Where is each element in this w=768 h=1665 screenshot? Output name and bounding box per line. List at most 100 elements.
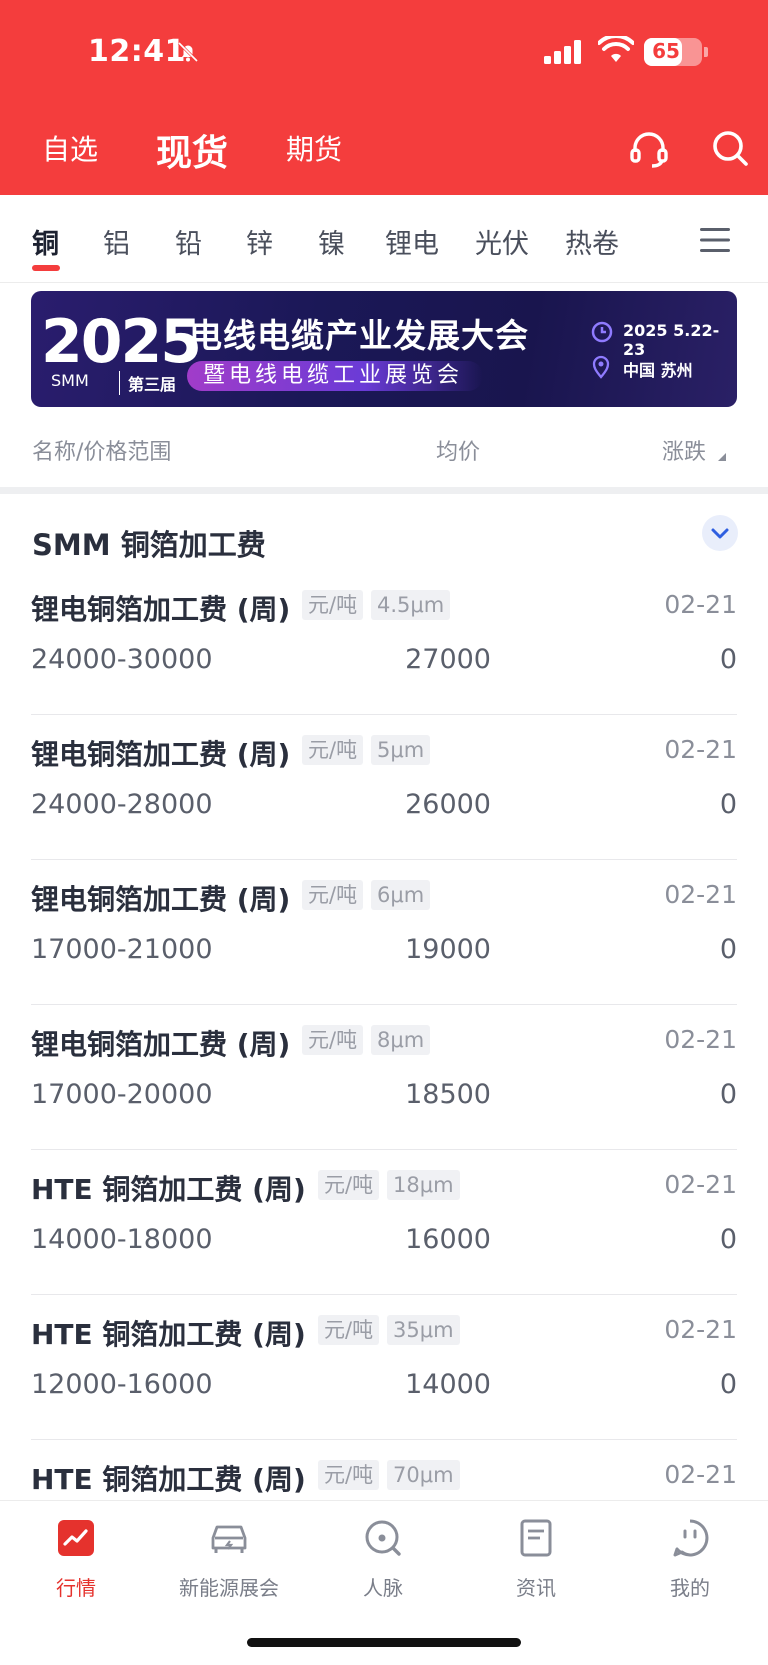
price-row[interactable]: 锂电铜箔加工费 (周) 元/吨 8μm 02-21 17000-20000 18500 0 <box>31 1005 737 1150</box>
price-row[interactable]: 锂电铜箔加工费 (周) 元/吨 4.5μm 02-21 24000-30000 27000… <box>31 570 737 715</box>
price-change: 0 <box>719 1369 737 1400</box>
section-divider <box>0 487 768 494</box>
category-pv[interactable]: 光伏 <box>475 222 529 261</box>
customer-service-icon[interactable] <box>628 128 670 170</box>
price-range: 24000-28000 <box>31 789 213 820</box>
price-row[interactable]: 锂电铜箔加工费 (周) 元/吨 5μm 02-21 24000-28000 26000 0 <box>31 715 737 860</box>
column-avg-header: 均价 <box>436 440 481 465</box>
nav-contacts-label: 人脉 <box>363 1576 403 1600</box>
category-nickel[interactable]: 镍 <box>318 222 345 261</box>
unit-tag: 元/吨 <box>318 1460 380 1490</box>
column-change-header[interactable]: 涨跌 <box>662 434 706 466</box>
bell-off-icon <box>177 41 199 63</box>
product-name: HTE 铜箔加工费 (周) <box>31 1173 306 1206</box>
category-lead[interactable]: 铅 <box>175 222 202 261</box>
banner-subtitle: 暨电线电缆工业展览会 <box>187 361 484 391</box>
nav-profile-label: 我的 <box>670 1576 710 1600</box>
nav-news[interactable]: 资讯 <box>476 1516 596 1601</box>
unit-tag: 元/吨 <box>302 1025 364 1055</box>
banner-year: 2025 <box>41 307 202 377</box>
banner-brand: SMM <box>51 371 89 390</box>
search-icon[interactable] <box>710 128 750 168</box>
category-copper[interactable]: 铜 <box>32 222 59 261</box>
banner-date: 2025 5.22-23 <box>623 321 720 359</box>
unit-tag: 元/吨 <box>302 880 364 910</box>
column-name-header: 名称/价格范围 <box>32 440 172 465</box>
location-pin-icon <box>592 355 610 379</box>
price-change: 0 <box>719 1224 737 1255</box>
nav-market[interactable]: 行情 <box>16 1516 136 1601</box>
price-range: 17000-20000 <box>31 1079 213 1110</box>
average-price: 26000 <box>405 789 491 820</box>
product-name: 锂电铜箔加工费 (周) <box>31 738 291 771</box>
price-range: 24000-30000 <box>31 644 213 675</box>
product-name: 锂电铜箔加工费 (周) <box>31 1028 291 1061</box>
product-name: 锂电铜箔加工费 (周) <box>31 593 291 626</box>
spec-tag: 8μm <box>371 1025 431 1055</box>
spec-tag: 5μm <box>371 735 431 765</box>
nav-ne-expo-label: 新能源展会 <box>179 1576 279 1600</box>
news-icon <box>520 1519 552 1557</box>
nav-market-label: 行情 <box>56 1576 96 1600</box>
spec-tag: 6μm <box>371 880 431 910</box>
active-category-indicator <box>32 265 60 271</box>
price-change: 0 <box>719 1079 737 1110</box>
product-name: 锂电铜箔加工费 (周) <box>31 883 291 916</box>
category-lithium[interactable]: 锂电 <box>385 222 439 261</box>
unit-tag: 元/吨 <box>302 735 364 765</box>
banner-edition: 第三届 <box>119 371 176 395</box>
nav-news-label: 资讯 <box>516 1576 556 1600</box>
price-range: 12000-16000 <box>31 1369 213 1400</box>
price-date: 02-21 <box>664 880 737 909</box>
cellular-signal-icon <box>544 40 581 64</box>
contacts-search-icon <box>365 1520 401 1556</box>
unit-tag: 元/吨 <box>302 590 364 620</box>
battery-tip <box>704 47 708 57</box>
menu-icon[interactable] <box>700 227 730 253</box>
average-price: 16000 <box>405 1224 491 1255</box>
product-name: HTE 铜箔加工费 (周) <box>31 1318 306 1351</box>
home-indicator <box>247 1638 521 1647</box>
nav-profile[interactable]: 我的 <box>630 1516 750 1601</box>
battery-icon: 65 <box>644 38 702 66</box>
unit-tag: 元/吨 <box>318 1315 380 1345</box>
chevron-down-icon[interactable] <box>702 515 738 551</box>
price-range: 17000-21000 <box>31 934 213 965</box>
unit-tag: 元/吨 <box>318 1170 380 1200</box>
tab-futures[interactable]: 期货 <box>286 128 342 168</box>
clock-icon <box>591 321 613 343</box>
event-banner[interactable]: 2025 SMM 第三届 电线电缆产业发展大会 暨电线电缆工业展览会 2025 … <box>31 291 737 407</box>
product-name: HTE 铜箔加工费 (周) <box>31 1463 306 1496</box>
price-row[interactable]: 锂电铜箔加工费 (周) 元/吨 6μm 02-21 17000-21000 19000 0 <box>31 860 737 1005</box>
price-date: 02-21 <box>664 590 737 619</box>
spec-tag: 35μm <box>387 1315 460 1345</box>
price-change: 0 <box>719 934 737 965</box>
nav-contacts[interactable]: 人脉 <box>323 1516 443 1601</box>
status-time: 12:41 <box>88 34 186 69</box>
price-date: 02-21 <box>664 1315 737 1344</box>
price-date: 02-21 <box>664 735 737 764</box>
section-title: SMM 铜箔加工费 <box>32 528 266 562</box>
price-change: 0 <box>719 644 737 675</box>
category-zinc[interactable]: 锌 <box>246 222 273 261</box>
price-date: 02-21 <box>664 1460 737 1489</box>
average-price: 19000 <box>405 934 491 965</box>
spec-tag: 70μm <box>387 1460 460 1490</box>
average-price: 14000 <box>405 1369 491 1400</box>
banner-location: 中国 苏州 <box>623 361 693 380</box>
category-hot-coil[interactable]: 热卷 <box>565 222 619 261</box>
sort-icon[interactable] <box>718 453 726 461</box>
tab-spot[interactable]: 现货 <box>156 124 228 176</box>
car-icon <box>211 1525 247 1553</box>
price-row[interactable]: HTE 铜箔加工费 (周) 元/吨 18μm 02-21 14000-18000 1600… <box>31 1150 737 1295</box>
category-aluminum[interactable]: 铝 <box>103 222 130 261</box>
average-price: 18500 <box>405 1079 491 1110</box>
price-date: 02-21 <box>664 1170 737 1199</box>
price-row[interactable]: HTE 铜箔加工费 (周) 元/吨 35μm 02-21 12000-16000 1400… <box>31 1295 737 1440</box>
nav-ne-expo[interactable]: 新能源展会 <box>169 1516 289 1601</box>
spec-tag: 4.5μm <box>371 590 451 620</box>
tab-watchlist[interactable]: 自选 <box>42 128 98 168</box>
banner-title: 电线电缆产业发展大会 <box>189 316 529 355</box>
market-chart-icon <box>58 1520 94 1556</box>
app-header: 12:41 65 自选 现货 期货 <box>0 0 768 195</box>
